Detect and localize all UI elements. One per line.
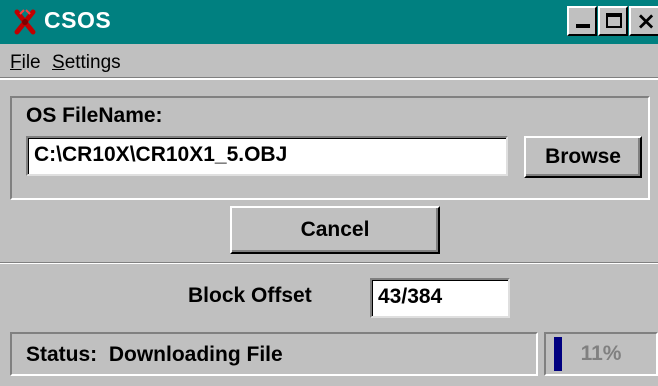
menu-bar: File Settings <box>0 44 658 80</box>
menu-file[interactable]: File <box>10 52 41 74</box>
app-window: CSOS × File Settings OS FileName: C:\CR1… <box>0 0 658 386</box>
progress-percent-label: 11% <box>580 342 622 365</box>
maximize-button[interactable] <box>598 6 628 36</box>
minimize-button[interactable] <box>567 6 597 36</box>
block-offset-field: 43/384 <box>370 278 510 318</box>
close-button[interactable]: × <box>629 6 658 36</box>
status-text: Status: Downloading File <box>26 343 283 366</box>
progress-bar: 11% <box>544 332 658 376</box>
browse-button[interactable]: Browse <box>524 136 642 178</box>
menu-file-mnemonic: F <box>10 52 22 73</box>
os-filename-label: OS FileName: <box>26 104 163 127</box>
menu-file-label: ile <box>21 52 41 73</box>
menu-settings-label: ettings <box>64 52 121 73</box>
close-icon: × <box>636 7 657 35</box>
menu-settings[interactable]: Settings <box>52 52 121 74</box>
app-plug-icon[interactable] <box>14 9 36 35</box>
minimize-icon <box>576 24 590 28</box>
maximize-icon <box>606 13 622 28</box>
window-title: CSOS <box>44 7 112 33</box>
title-bar[interactable]: CSOS × <box>0 0 658 44</box>
os-filename-input[interactable]: C:\CR10X\CR10X1_5.OBJ <box>26 136 508 176</box>
cancel-button[interactable]: Cancel <box>230 206 440 254</box>
divider <box>0 262 658 264</box>
menu-settings-mnemonic: S <box>52 52 65 73</box>
block-offset-label: Block Offset <box>188 284 312 307</box>
